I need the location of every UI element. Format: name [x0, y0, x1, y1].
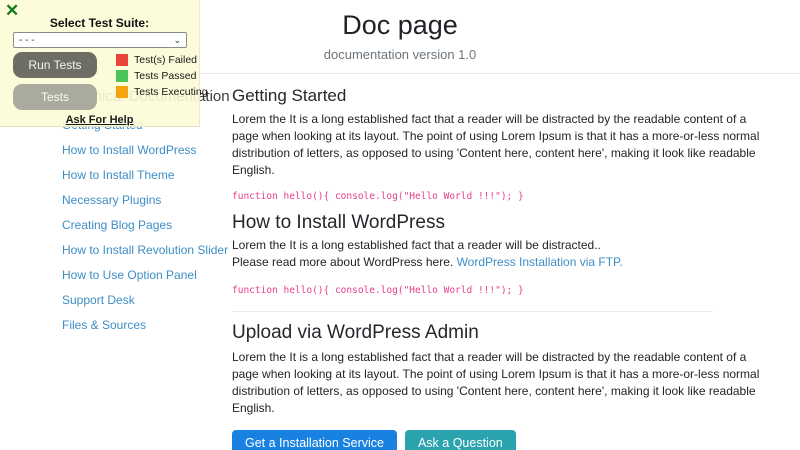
code-snippet: function hello(){ console.log("Hello Wor… — [232, 285, 524, 296]
code-snippet: function hello(){ console.log("Hello Wor… — [232, 191, 524, 202]
get-installation-service-button[interactable]: Get a Installation Service — [232, 430, 397, 450]
failed-swatch-icon — [116, 54, 128, 66]
chevron-down-icon: ⌄ — [173, 34, 181, 45]
sidebar-item-install-wordpress[interactable]: How to Install WordPress — [62, 144, 232, 156]
test-suite-label: Select Test Suite: — [49, 16, 150, 30]
legend-item-executing: Tests Executing — [116, 86, 208, 98]
sidebar-item-use-option-panel[interactable]: How to Use Option Panel — [62, 269, 232, 281]
section-heading-getting-started: Getting Started — [232, 86, 347, 105]
section-heading-install-wordpress: How to Install WordPress — [232, 212, 445, 233]
legend-item-failed: Test(s) Failed — [116, 54, 197, 66]
sidebar-item-creating-blog-pages[interactable]: Creating Blog Pages — [62, 219, 232, 231]
install-wordpress-line1: Lorem the It is a long established fact … — [232, 238, 601, 252]
sidebar-item-install-theme[interactable]: How to Install Theme — [62, 169, 232, 181]
sidebar-item-necessary-plugins[interactable]: Necessary Plugins — [62, 194, 232, 206]
install-wordpress-line2: Please read more about WordPress here. — [232, 255, 457, 269]
test-suite-select-value: - - - — [19, 34, 35, 46]
sidebar-item-support-desk[interactable]: Support Desk — [62, 294, 232, 306]
tests-button[interactable]: Tests — [13, 84, 97, 110]
legend-label: Tests Passed — [134, 70, 197, 82]
executing-swatch-icon — [116, 86, 128, 98]
main-content: Getting Started Lorem the It is a long e… — [232, 74, 800, 450]
ask-a-question-button[interactable]: Ask a Question — [404, 430, 516, 450]
legend-item-passed: Tests Passed — [116, 70, 196, 82]
legend-label: Tests Executing — [134, 86, 208, 98]
sidebar: Technical Documentation Getting Started … — [0, 74, 232, 450]
legend-label: Test(s) Failed — [134, 54, 198, 66]
ask-for-help-link[interactable]: Ask For Help — [66, 114, 134, 126]
sidebar-item-install-revolution-slider[interactable]: How to Install Revolution Slider — [62, 244, 232, 256]
sidebar-item-files-sources[interactable]: Files & Sources — [62, 319, 232, 331]
run-tests-button[interactable]: Run Tests — [13, 52, 97, 78]
test-suite-panel: ✕ Select Test Suite: - - - ⌄ Run Tests T… — [0, 0, 208, 127]
wordpress-installation-ftp-link[interactable]: WordPress Installation via FTP. — [457, 255, 623, 269]
getting-started-paragraph: Lorem the It is a long established fact … — [232, 112, 760, 177]
upload-admin-paragraph: Lorem the It is a long established fact … — [232, 350, 760, 415]
passed-swatch-icon — [116, 70, 128, 82]
section-heading-upload-admin: Upload via WordPress Admin — [232, 322, 479, 343]
section-divider — [232, 311, 713, 312]
test-suite-select[interactable]: - - - ⌄ — [13, 32, 187, 48]
